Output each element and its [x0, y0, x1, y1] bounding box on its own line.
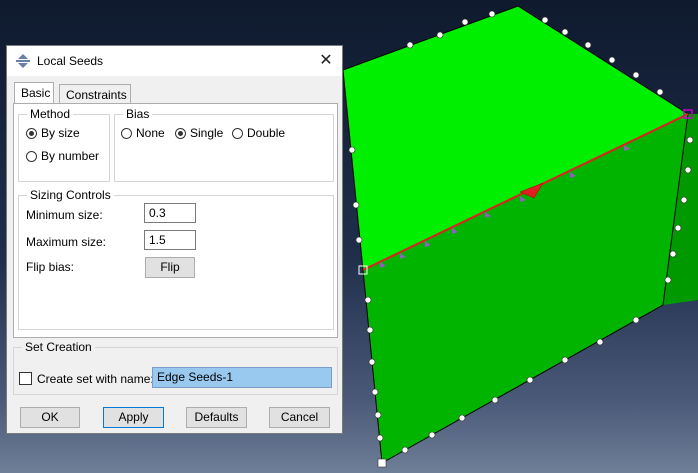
- radio-bias-double[interactable]: Double: [232, 126, 285, 140]
- flip-bias-label: Flip bias:: [26, 260, 75, 274]
- method-group: Method: [18, 107, 110, 182]
- vertex-marker-bottom: [377, 458, 387, 468]
- sizing-legend: Sizing Controls: [27, 188, 114, 202]
- radio-bias-none-label: None: [136, 126, 165, 140]
- ok-button[interactable]: OK: [20, 407, 80, 428]
- radio-bias-none[interactable]: None: [121, 126, 165, 140]
- radio-bias-double-label: Double: [247, 126, 286, 140]
- defaults-button[interactable]: Defaults: [186, 407, 247, 428]
- create-set-label: Create set with name:: [37, 372, 154, 386]
- minimum-size-input[interactable]: 0.3: [144, 203, 196, 223]
- radio-bias-single-control[interactable]: [175, 127, 186, 139]
- title-bar[interactable]: Local Seeds ✕: [7, 46, 342, 76]
- radio-by-number[interactable]: By number: [26, 149, 99, 163]
- minimum-size-label: Minimum size:: [26, 208, 103, 222]
- radio-by-size[interactable]: By size: [26, 126, 80, 140]
- close-icon[interactable]: ✕: [316, 51, 336, 71]
- tab-constraints[interactable]: Constraints: [59, 84, 131, 104]
- radio-bias-single[interactable]: Single: [175, 126, 223, 140]
- bias-legend: Bias: [123, 107, 153, 121]
- radio-by-size-label: By size: [41, 126, 80, 140]
- radio-by-number-control[interactable]: [26, 150, 37, 162]
- maximum-size-label: Maximum size:: [26, 235, 107, 249]
- apply-button[interactable]: Apply: [103, 407, 164, 428]
- tab-basic[interactable]: Basic: [14, 82, 54, 104]
- radio-bias-single-label: Single: [190, 126, 224, 140]
- dialog-title: Local Seeds: [37, 54, 104, 68]
- bias-group: Bias: [114, 107, 334, 182]
- radio-by-size-control[interactable]: [26, 127, 37, 139]
- radio-bias-double-control[interactable]: [232, 127, 243, 139]
- cancel-button[interactable]: Cancel: [269, 407, 330, 428]
- abaqus-icon: [16, 54, 30, 68]
- radio-bias-none-control[interactable]: [121, 127, 132, 139]
- set-name-input[interactable]: Edge Seeds-1: [152, 367, 332, 388]
- set-creation-legend: Set Creation: [22, 340, 95, 354]
- radio-by-number-label: By number: [41, 149, 100, 163]
- create-set-checkbox[interactable]: [19, 372, 32, 385]
- flip-button[interactable]: Flip: [145, 257, 195, 278]
- local-seeds-dialog: Local Seeds ✕ Basic Constraints Method B…: [6, 45, 343, 434]
- method-legend: Method: [27, 107, 74, 121]
- maximum-size-input[interactable]: 1.5: [144, 230, 196, 250]
- basic-tab-panel: Method By size By number Bias None Singl…: [13, 103, 338, 338]
